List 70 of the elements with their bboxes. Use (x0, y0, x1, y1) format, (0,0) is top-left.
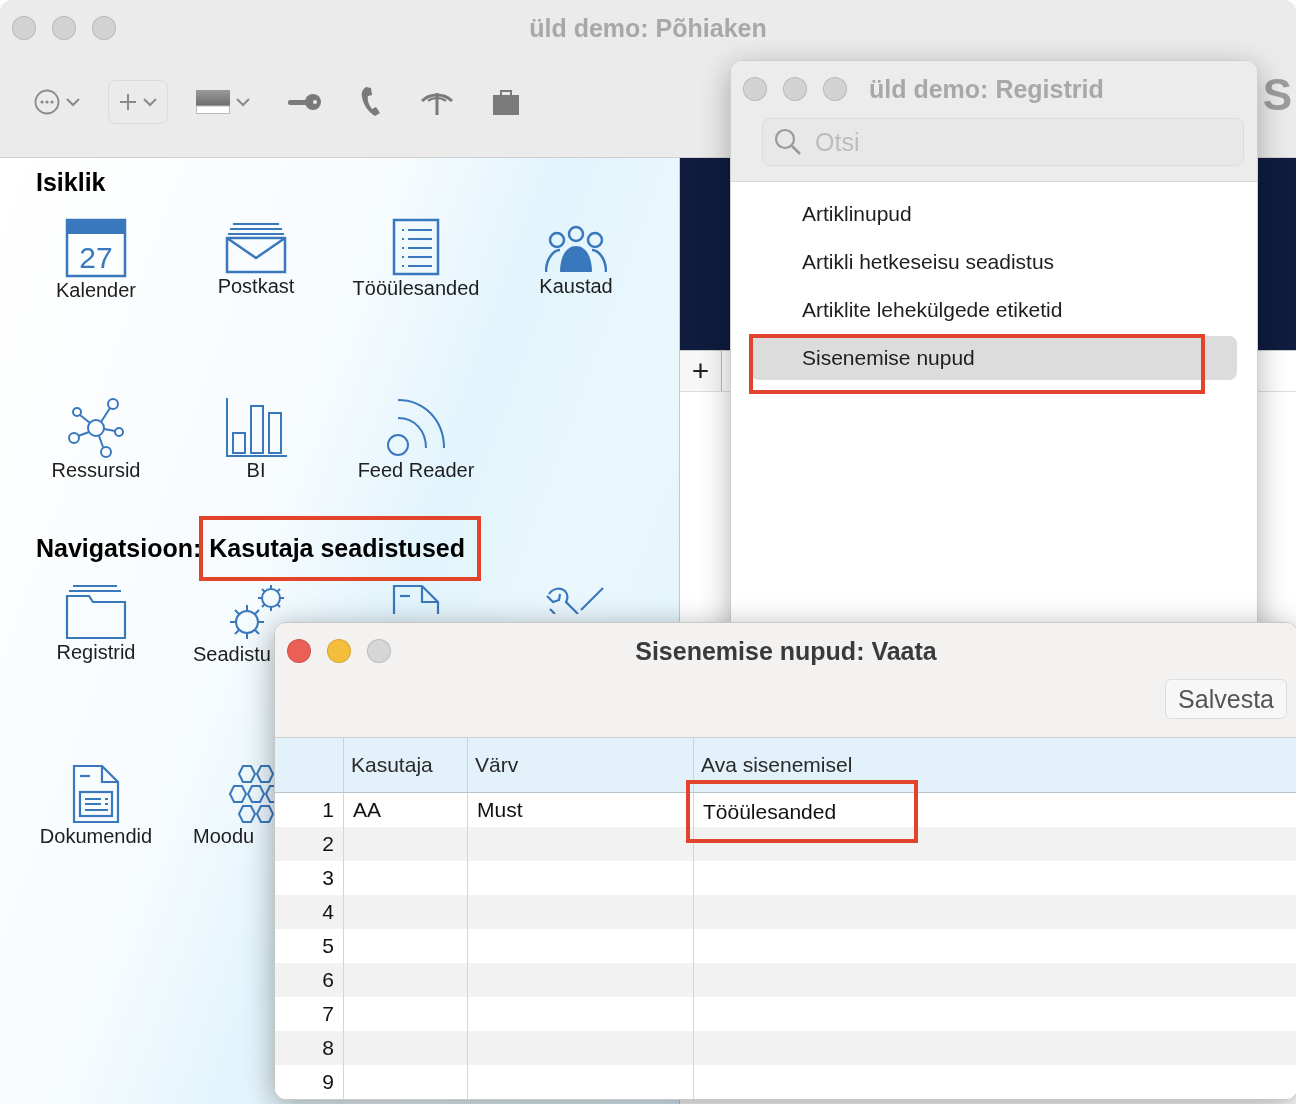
column-header[interactable]: Ava sisenemisel (701, 753, 853, 777)
app-label[interactable]: Tööülesanded (352, 276, 480, 300)
minimize-button[interactable] (327, 639, 351, 663)
table-cell: Tööülesanded (686, 780, 918, 843)
app-label[interactable]: BI (246, 458, 266, 482)
close-button[interactable] (287, 639, 311, 663)
document-icon (72, 764, 120, 824)
app-label[interactable]: Moodu (193, 824, 255, 848)
zoom-button[interactable] (92, 16, 116, 40)
row-number: 9 (322, 1070, 334, 1094)
folder-icon (65, 584, 127, 640)
more-icon (34, 89, 60, 115)
minimize-button[interactable] (52, 16, 76, 40)
minimize-button[interactable] (783, 77, 807, 101)
network-icon (67, 398, 125, 458)
key-icon (288, 93, 322, 111)
app-label[interactable]: Kaustad (539, 274, 613, 298)
app-label[interactable]: Postkast (217, 274, 295, 298)
zoom-button[interactable] (823, 77, 847, 101)
add-button[interactable]: + (680, 351, 722, 391)
column-header[interactable]: Värv (475, 753, 519, 777)
app-label[interactable]: Registrid (56, 640, 136, 664)
register-item[interactable]: Artiklinupud (751, 192, 1237, 236)
row-number: 7 (322, 1002, 334, 1026)
close-button[interactable] (743, 77, 767, 101)
row-number: 8 (322, 1036, 334, 1060)
window-controls[interactable] (743, 77, 847, 101)
add-toolbar-button[interactable] (108, 80, 168, 124)
register-item[interactable]: Artiklite lehekülgede etiketid (751, 288, 1237, 332)
bag-icon (492, 88, 520, 116)
document-icon (392, 584, 440, 614)
window-title: üld demo: Registrid (869, 74, 1104, 103)
app-label[interactable]: Seadistu (193, 642, 271, 666)
logo-text: S (1262, 70, 1290, 120)
register-item[interactable]: Sisenemise nupud (751, 336, 1237, 380)
column-header[interactable]: Kasutaja (351, 753, 433, 777)
wrench-icon (545, 584, 607, 614)
row-number: 1 (322, 798, 334, 822)
app-label[interactable]: Dokumendid (39, 824, 153, 848)
row-number: 4 (322, 900, 334, 924)
window-title: Sisenemise nupud: Vaata (635, 636, 937, 665)
app-label[interactable]: Ressursid (51, 458, 141, 482)
row-number: 2 (322, 832, 334, 856)
color-bar-icon (196, 90, 230, 114)
feed-icon (385, 398, 447, 458)
table-cell: Must (477, 798, 523, 822)
mail-icon (225, 222, 287, 274)
people-icon (545, 224, 607, 274)
row-number: 6 (322, 968, 334, 992)
table-cell: AA (353, 798, 381, 822)
section-subtitle: Kasutaja seadistused (199, 515, 481, 581)
list-icon (392, 218, 440, 276)
save-button[interactable]: Salvesta (1165, 679, 1287, 719)
search-icon (774, 128, 802, 156)
close-button[interactable] (12, 16, 36, 40)
section-title: Isiklik (36, 167, 106, 197)
bar-chart-icon (225, 398, 287, 458)
row-number: 3 (322, 866, 334, 890)
plus-icon (119, 93, 137, 111)
window-controls[interactable] (12, 16, 116, 40)
register-item[interactable]: Artikli hetkeseisu seadistus (751, 240, 1237, 284)
section-title: Navigatsioon: (36, 533, 202, 563)
calendar-icon: 27 (65, 218, 127, 278)
app-label[interactable]: Kalender (55, 278, 137, 302)
phone-icon (360, 86, 382, 118)
window-title: üld demo: Põhiaken (529, 13, 767, 42)
app-label[interactable]: Feed Reader (357, 458, 475, 482)
zoom-button[interactable] (367, 639, 391, 663)
row-number: 5 (322, 934, 334, 958)
window-controls[interactable] (287, 639, 391, 663)
